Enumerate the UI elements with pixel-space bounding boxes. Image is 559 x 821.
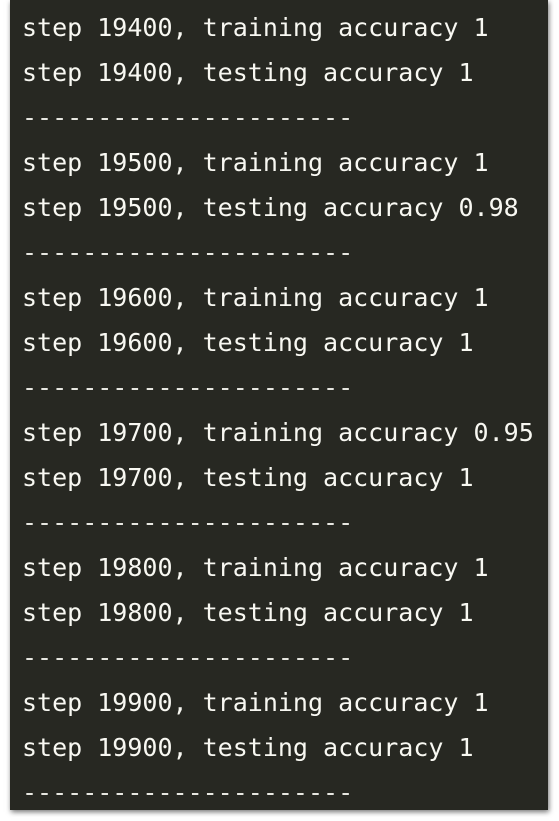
log-line-training: step 19600, training accuracy 1 — [22, 283, 489, 312]
terminal-output: step 19400, training accuracy 1 step 194… — [22, 5, 548, 810]
log-line-training: step 19500, training accuracy 1 — [22, 148, 489, 177]
log-line-testing: step 19900, testing accuracy 1 — [22, 733, 474, 762]
separator-line: ---------------------- — [22, 238, 354, 267]
separator-line: ---------------------- — [22, 103, 354, 132]
log-line-testing: step 19700, testing accuracy 1 — [22, 463, 474, 492]
terminal-window[interactable]: step 19400, training accuracy 1 step 194… — [10, 0, 548, 810]
log-line-testing: step 19800, testing accuracy 1 — [22, 598, 474, 627]
log-line-testing: step 19400, testing accuracy 1 — [22, 58, 474, 87]
separator-line: ---------------------- — [22, 508, 354, 537]
separator-line: ---------------------- — [22, 778, 354, 807]
separator-line: ---------------------- — [22, 373, 354, 402]
separator-line: ---------------------- — [22, 643, 354, 672]
log-line-training: step 19400, training accuracy 1 — [22, 13, 489, 42]
log-line-testing: step 19500, testing accuracy 0.98 — [22, 193, 519, 222]
log-line-training: step 19700, training accuracy 0.95 — [22, 418, 534, 447]
log-line-training: step 19900, training accuracy 1 — [22, 688, 489, 717]
log-line-testing: step 19600, testing accuracy 1 — [22, 328, 474, 357]
log-line-training: step 19800, training accuracy 1 — [22, 553, 489, 582]
